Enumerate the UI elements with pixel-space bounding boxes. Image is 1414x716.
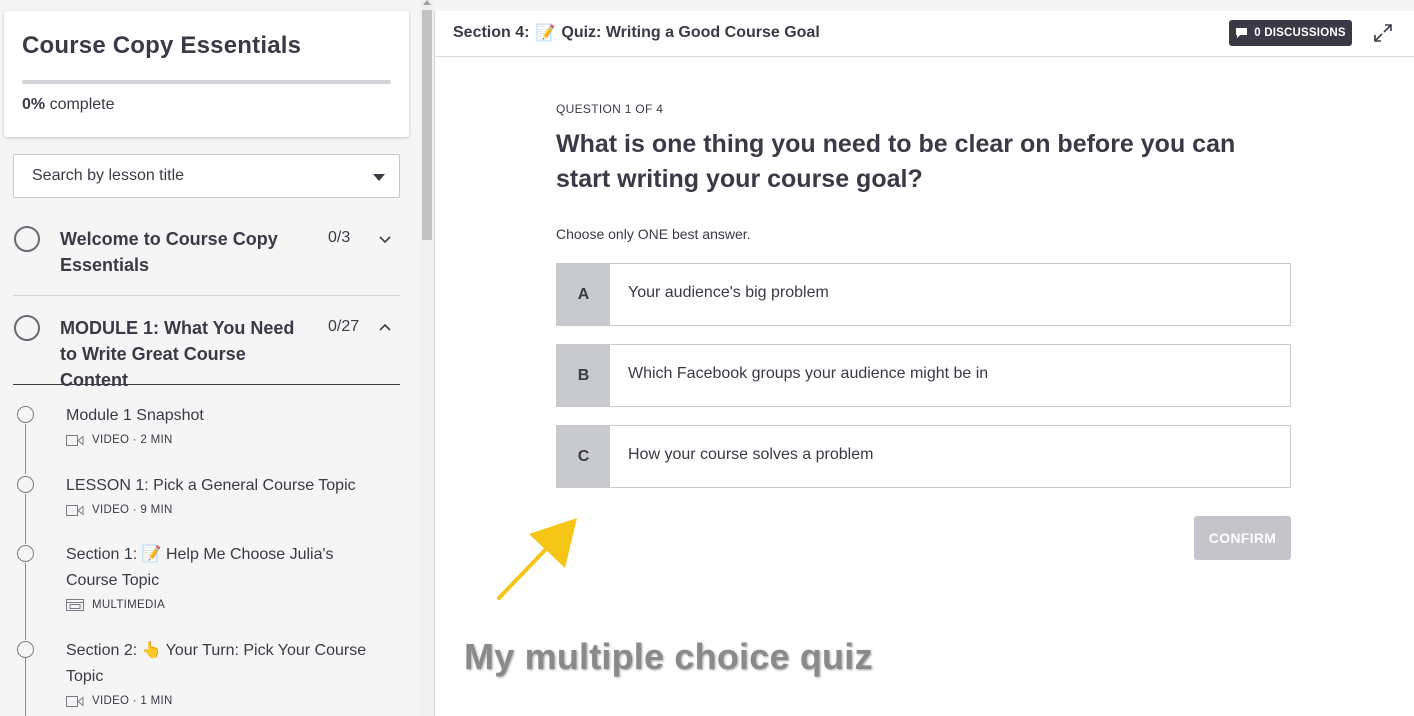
lesson-meta-text: VIDEO · 2 MIN (92, 434, 173, 446)
progress-suffix: complete (45, 96, 115, 113)
progress-card: Course Copy Essentials 0% complete (4, 11, 409, 137)
lesson-item[interactable]: Section 2: 👆 Your Turn: Pick Your Course… (13, 638, 400, 716)
module-progress-count: 0/3 (328, 229, 351, 246)
module-status-circle-icon (14, 226, 40, 252)
progress-bar (22, 80, 391, 84)
scrollbar-thumb[interactable] (422, 10, 432, 240)
answer-choice-c[interactable]: C How your course solves a problem (556, 425, 1291, 488)
module-divider (13, 384, 400, 385)
lesson-title: Section 1: 📝 Help Me Choose Julia's Cour… (66, 546, 334, 589)
discussions-button[interactable]: 0 DISCUSSIONS (1229, 20, 1352, 46)
progress-text: 0% complete (22, 96, 115, 114)
lesson-meta: MULTIMEDIA (66, 599, 165, 611)
lesson-header: Section 4: 📝 Quiz: Writing a Good Course… (435, 11, 1414, 57)
discussions-label: 0 DISCUSSIONS (1254, 27, 1346, 39)
lesson-meta-text: MULTIMEDIA (92, 599, 166, 611)
lesson-title: Module 1 Snapshot (66, 407, 204, 424)
confirm-button[interactable]: CONFIRM (1194, 516, 1291, 560)
chevron-down-icon (379, 236, 391, 244)
module-divider (13, 295, 400, 296)
lesson-status-circle-icon (17, 476, 34, 493)
course-sidebar: Course Copy Essentials 0% complete Searc… (0, 0, 420, 716)
lesson-content: Section 4: 📝 Quiz: Writing a Good Course… (434, 11, 1414, 716)
choice-text: Which Facebook groups your audience migh… (628, 365, 989, 382)
sidebar-module-1[interactable]: MODULE 1: What You Need to Write Great C… (13, 315, 400, 390)
progress-value: 0% (22, 96, 46, 113)
answer-choice-b[interactable]: B Which Facebook groups your audience mi… (556, 344, 1291, 407)
multimedia-icon (66, 599, 84, 611)
lesson-meta-text: VIDEO · 1 MIN (92, 695, 173, 707)
yellow-arrow-annotation-icon (497, 518, 577, 600)
section-title-text: Quiz: Writing a Good Course Goal (561, 24, 820, 41)
lesson-title: Section 2: 👆 Your Turn: Pick Your Course… (66, 642, 367, 685)
caret-down-icon (373, 174, 385, 181)
lesson-search-label: Search by lesson title (32, 167, 185, 184)
choice-letter: A (557, 264, 610, 325)
sidebar-module-welcome[interactable]: Welcome to Course Copy Essentials 0/3 (13, 226, 400, 294)
scroll-up-arrow-icon[interactable] (423, 0, 431, 5)
module-status-circle-icon (14, 315, 40, 341)
video-icon (66, 434, 84, 446)
choice-text: How your course solves a problem (628, 446, 874, 463)
lesson-title: LESSON 1: Pick a General Course Topic (66, 477, 356, 494)
module-title: MODULE 1: What You Need to Write Great C… (60, 318, 295, 390)
answer-choice-a[interactable]: A Your audience's big problem (556, 263, 1291, 326)
lesson-meta-text: VIDEO · 9 MIN (92, 504, 173, 516)
question-text: What is one thing you need to be clear o… (556, 130, 1236, 193)
choice-letter: C (557, 426, 610, 487)
video-icon (66, 695, 84, 707)
course-title: Course Copy Essentials (22, 32, 302, 59)
lesson-item[interactable]: Module 1 Snapshot VIDEO · 2 MIN (13, 403, 400, 463)
memo-emoji-icon: 📝 (535, 25, 556, 42)
annotation-caption: My multiple choice quiz (464, 636, 873, 677)
question-counter: QUESTION 1 OF 4 (556, 102, 664, 116)
lesson-status-circle-icon (17, 641, 34, 658)
module-title: Welcome to Course Copy Essentials (60, 229, 278, 275)
module-progress-count: 0/27 (328, 318, 360, 335)
chevron-up-icon (379, 323, 391, 331)
question-instruction: Choose only ONE best answer. (556, 226, 751, 242)
lesson-status-circle-icon (17, 406, 34, 423)
chat-bubble-icon (1236, 28, 1248, 38)
expand-fullscreen-icon[interactable] (1373, 23, 1393, 43)
lesson-item[interactable]: Section 1: 📝 Help Me Choose Julia's Cour… (13, 542, 400, 628)
lesson-meta: VIDEO · 9 MIN (66, 504, 173, 516)
video-icon (66, 504, 84, 516)
lesson-meta: VIDEO · 1 MIN (66, 695, 173, 707)
section-label: Section 4: (453, 24, 530, 41)
lesson-item[interactable]: LESSON 1: Pick a General Course Topic VI… (13, 473, 400, 533)
lesson-status-circle-icon (17, 545, 34, 562)
lesson-meta: VIDEO · 2 MIN (66, 434, 173, 446)
choice-text: Your audience's big problem (628, 284, 829, 301)
choice-letter: B (557, 345, 610, 406)
section-title: Section 4: 📝 Quiz: Writing a Good Course… (453, 23, 820, 43)
sidebar-scrollbar[interactable] (420, 0, 434, 716)
lesson-search-dropdown[interactable]: Search by lesson title (13, 154, 400, 198)
